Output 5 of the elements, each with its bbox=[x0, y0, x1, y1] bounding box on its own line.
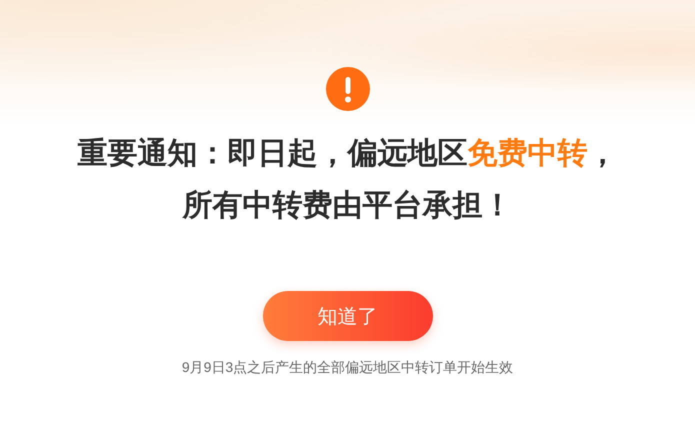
confirm-button[interactable]: 知道了 bbox=[262, 291, 432, 341]
footnote-text: 9月9日3点之后产生的全部偏远地区中转订单开始生效 bbox=[182, 359, 514, 377]
notice-title: 重要通知：即日起，偏远地区免费中转， bbox=[78, 136, 618, 172]
warning-icon bbox=[326, 67, 370, 111]
notice-title: 所有中转费由平台承担！ bbox=[182, 188, 512, 224]
